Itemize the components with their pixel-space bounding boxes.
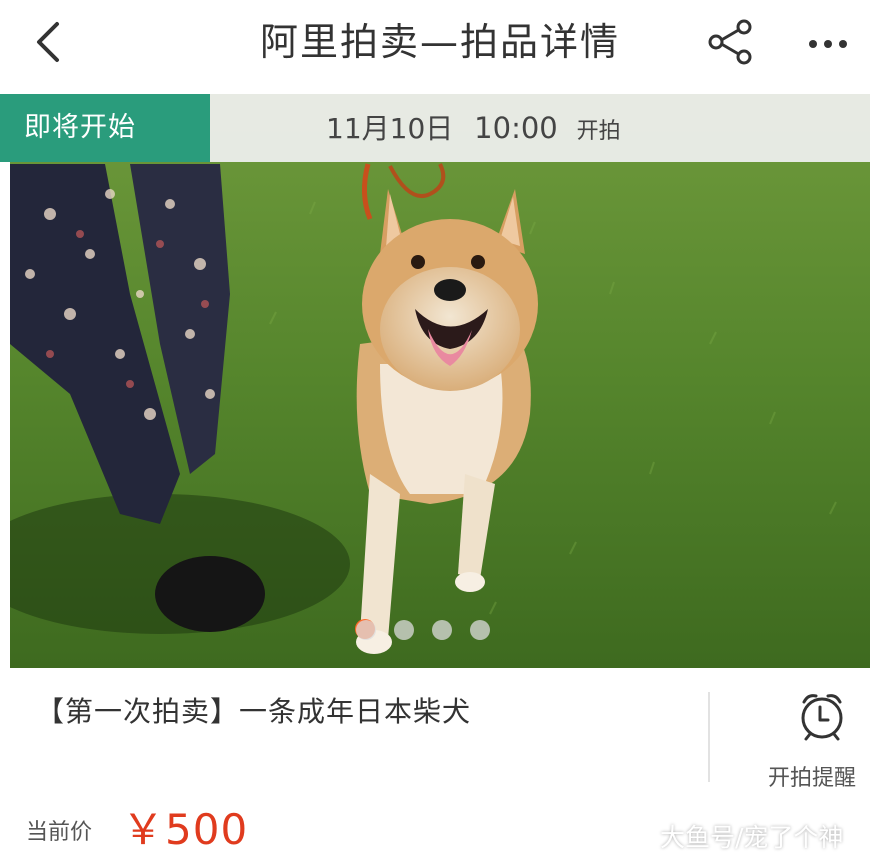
start-time-bar: 11月10日 10:00 开拍 xyxy=(210,94,870,162)
current-price: ￥500 xyxy=(122,805,249,854)
price-label: 当前价 xyxy=(26,820,93,845)
item-title: 【第一次拍卖】一条成年日本柴犬 xyxy=(36,695,472,728)
auction-status-banner: 11月10日 10:00 开拍 即将开始 xyxy=(0,94,870,162)
carousel-dot[interactable] xyxy=(470,620,490,640)
remind-button-label[interactable]: 开拍提醒 xyxy=(768,760,856,792)
status-badge-notch xyxy=(196,94,210,162)
divider xyxy=(708,692,710,782)
carousel-dot[interactable] xyxy=(394,620,414,640)
carousel-dot[interactable] xyxy=(356,620,376,640)
carousel-indicator xyxy=(356,620,490,640)
item-photo[interactable] xyxy=(10,94,870,668)
more-icon[interactable] xyxy=(800,24,856,64)
carousel-dot[interactable] xyxy=(432,620,452,640)
watermark: 大鱼号/宠了个神 xyxy=(660,823,844,852)
start-time: 11月10日 10:00 开拍 xyxy=(326,94,621,166)
top-bar: 阿里拍卖—拍品详情 xyxy=(0,0,880,88)
share-icon[interactable] xyxy=(704,16,756,68)
alarm-clock-icon[interactable] xyxy=(796,690,848,742)
start-action-label: 开拍 xyxy=(576,119,621,144)
status-badge: 即将开始 xyxy=(0,94,210,162)
start-date: 11月10日 xyxy=(326,112,454,145)
start-hour: 10:00 xyxy=(474,111,558,145)
